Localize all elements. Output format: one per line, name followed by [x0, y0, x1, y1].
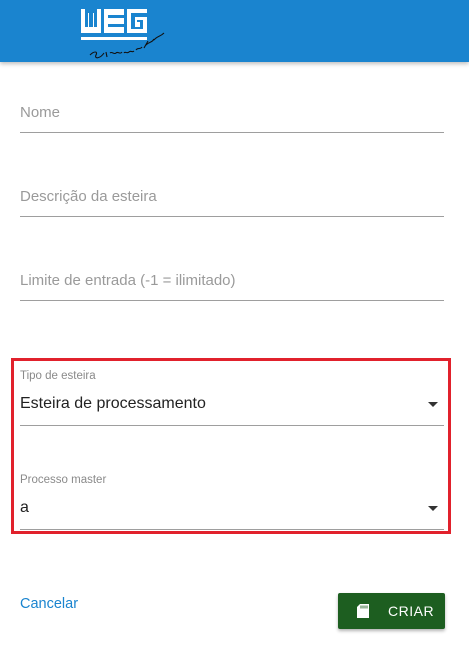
conveyor-type-underline [20, 425, 444, 426]
input-limit-field[interactable]: Limite de entrada (-1 = ilimitado) [20, 268, 444, 302]
caret-down-icon[interactable] [428, 506, 438, 511]
app-header [0, 0, 469, 62]
input-limit-placeholder: Limite de entrada (-1 = ilimitado) [20, 272, 236, 289]
conveyor-type-value: Esteira de processamento [20, 395, 206, 412]
name-field[interactable]: Nome [20, 100, 444, 134]
name-placeholder: Nome [20, 104, 61, 121]
name-underline [20, 132, 444, 133]
input-limit-underline [20, 300, 444, 301]
master-process-underline [20, 529, 444, 530]
master-process-select[interactable]: Processo master a [20, 472, 444, 530]
create-button-label: CRIAR [388, 603, 435, 619]
description-field[interactable]: Descrição da esteira [20, 184, 444, 218]
weg-simulator-logo[interactable] [80, 7, 170, 63]
conveyor-type-select[interactable]: Tipo de esteira Esteira de processamento [20, 368, 444, 426]
description-placeholder: Descrição da esteira [20, 188, 157, 205]
cancel-link[interactable]: Cancelar [20, 596, 78, 612]
master-process-value: a [20, 499, 29, 516]
weg-logo-icon [81, 9, 165, 59]
sd-card-icon [357, 604, 369, 618]
conveyor-type-label: Tipo de esteira [20, 370, 96, 382]
caret-down-icon[interactable] [428, 402, 438, 407]
create-button[interactable]: CRIAR [338, 593, 445, 629]
description-underline [20, 216, 444, 217]
master-process-label: Processo master [20, 474, 107, 486]
